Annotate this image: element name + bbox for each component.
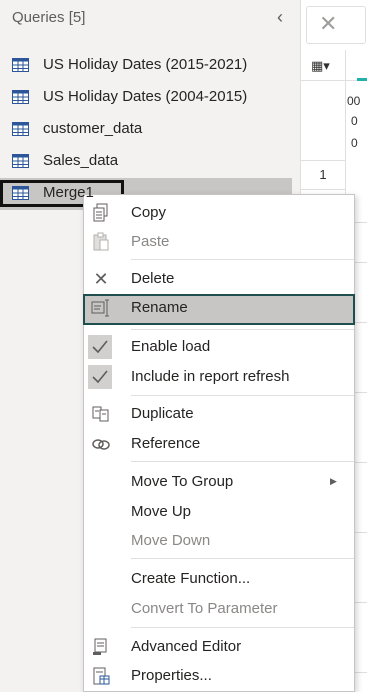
context-menu: Copy Paste ✕ Delete Rename Enable load I… — [83, 194, 355, 692]
menu-item-move-down[interactable]: Move Down — [84, 527, 354, 555]
menu-separator — [131, 461, 354, 462]
chevron-left-icon[interactable]: ‹ — [271, 6, 289, 28]
menu-item-move-up[interactable]: Move Up — [84, 498, 354, 526]
advanced-editor-icon — [93, 638, 107, 655]
menu-item-label: Rename — [131, 299, 188, 316]
query-label: Sales_data — [43, 152, 119, 169]
menu-item-paste[interactable]: Paste — [84, 228, 354, 256]
rename-icon — [91, 299, 109, 317]
menu-item-label: Enable load — [131, 338, 211, 355]
menu-item-duplicate[interactable]: Duplicate — [84, 400, 354, 428]
chevron-right-icon: ▶ — [330, 476, 337, 486]
checkmark-icon — [92, 370, 108, 384]
checkmark-icon — [92, 340, 108, 354]
column-accent — [357, 78, 367, 81]
close-icon[interactable]: ✕ — [306, 6, 366, 44]
paste-icon — [93, 232, 109, 251]
delete-x-icon: ✕ — [93, 269, 109, 289]
menu-separator — [131, 558, 354, 559]
menu-item-include-refresh[interactable]: Include in report refresh — [84, 363, 354, 391]
query-label: customer_data — [43, 120, 143, 137]
menu-item-label: Advanced Editor — [131, 638, 242, 655]
menu-item-advanced-editor[interactable]: Advanced Editor — [84, 633, 354, 661]
menu-item-copy[interactable]: Copy — [84, 199, 354, 227]
menu-item-label: Move To Group — [131, 473, 234, 490]
menu-item-label: Move Down — [131, 532, 211, 549]
menu-item-label: Paste — [131, 233, 170, 250]
menu-item-label: Include in report refresh — [131, 368, 290, 385]
menu-item-move-to-group[interactable]: Move To Group ▶ — [84, 468, 354, 496]
table-icon — [12, 90, 29, 104]
menu-item-label: Create Function... — [131, 570, 251, 587]
table-icon — [12, 186, 29, 200]
checkbox — [88, 335, 112, 359]
menu-item-label: Convert To Parameter — [131, 600, 278, 617]
cell-value: 0 — [351, 136, 358, 150]
query-item-us-holiday-2004-2015[interactable]: US Holiday Dates (2004-2015) — [0, 82, 292, 114]
query-label: Merge1 — [43, 184, 94, 201]
link-icon — [92, 439, 110, 450]
menu-item-label: Properties... — [131, 667, 212, 684]
query-item-customer-data[interactable]: customer_data — [0, 114, 292, 146]
grid-header: ▦▾ — [301, 50, 367, 81]
queries-pane-title: Queries [5] — [12, 9, 86, 26]
menu-separator — [131, 627, 354, 628]
duplicate-icon — [92, 406, 109, 422]
query-item-us-holiday-2015-2021[interactable]: US Holiday Dates (2015-2021) — [0, 50, 292, 82]
table-icon — [12, 58, 29, 72]
row-index: 1 — [301, 160, 345, 190]
menu-item-delete[interactable]: ✕ Delete — [84, 265, 354, 293]
menu-separator — [131, 329, 354, 330]
menu-separator — [131, 259, 354, 260]
menu-item-label: Reference — [131, 435, 201, 452]
table-icon — [12, 122, 29, 136]
menu-item-reference[interactable]: Reference — [84, 430, 354, 458]
copy-icon — [93, 203, 108, 222]
menu-item-label: Copy — [131, 204, 167, 221]
menu-item-rename[interactable]: Rename — [83, 294, 355, 325]
menu-item-label: Delete — [131, 270, 175, 287]
query-item-sales-data[interactable]: Sales_data — [0, 146, 292, 178]
menu-item-properties[interactable]: Properties... — [84, 662, 354, 690]
checkbox — [88, 365, 112, 389]
table-icon — [12, 154, 29, 168]
properties-icon — [93, 667, 110, 685]
query-list: US Holiday Dates (2015-2021) US Holiday … — [0, 50, 300, 210]
table-menu-icon[interactable]: ▦▾ — [311, 58, 330, 74]
query-label: US Holiday Dates (2004-2015) — [43, 88, 248, 105]
menu-item-label: Move Up — [131, 503, 192, 520]
menu-item-label: Duplicate — [131, 405, 194, 422]
menu-item-enable-load[interactable]: Enable load — [84, 333, 354, 361]
menu-item-convert-to-parameter[interactable]: Convert To Parameter — [84, 595, 354, 623]
menu-item-create-function[interactable]: Create Function... — [84, 565, 354, 593]
menu-separator — [131, 395, 354, 396]
cell-value: 00 — [347, 94, 361, 108]
cell-value: 0 — [351, 114, 358, 128]
queries-pane-header: Queries [5] ‹ — [0, 0, 300, 40]
query-label: US Holiday Dates (2015-2021) — [43, 56, 248, 73]
